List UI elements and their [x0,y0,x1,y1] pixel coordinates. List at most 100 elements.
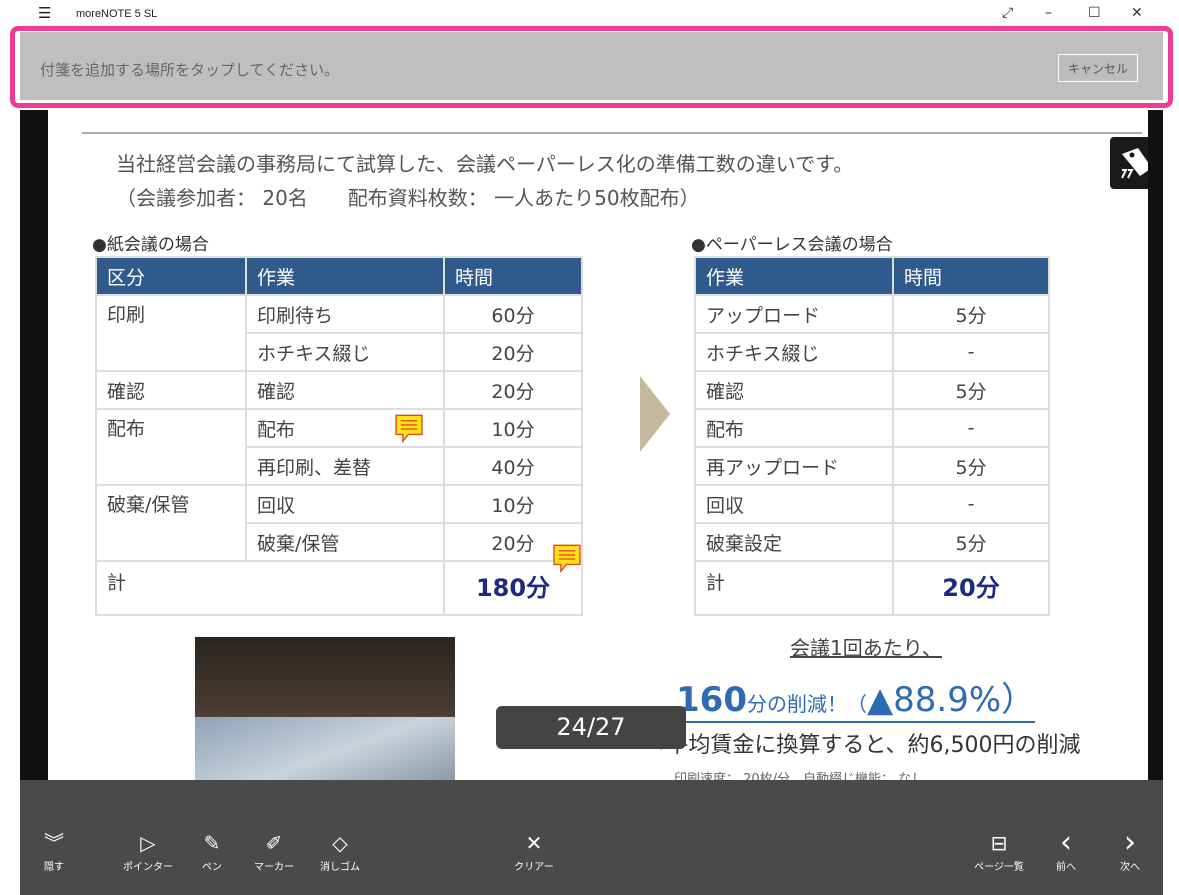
pointer-label: ポインター [123,862,173,873]
hide-label: 隠す [44,862,64,873]
column-header: 時間 [443,256,583,296]
table-row: 破棄設定 5分 [694,522,1050,562]
paperless-meeting-heading: ●ペーパーレス会議の場合 [691,235,893,255]
pen-tool-button[interactable]: ✎ ペン [194,832,230,873]
instruction-banner: 付箋を追加する場所をタップしてください。 キャンセル [20,32,1163,100]
next-page-button[interactable]: › 次へ [1112,825,1148,874]
slide-intro-line1: 当社経営会議の事務局にて試算した、会議ペーパーレス化の準備工数の違いです。 [116,152,854,176]
time-cell: 40分 [443,446,583,486]
time-cell: - [892,332,1050,372]
category-cell: 印刷 [95,294,247,372]
eraser-label: 消しゴム [320,862,360,873]
clear-button[interactable]: ✕ クリアー [508,832,560,873]
table-row: 配布 - [694,408,1050,448]
slide-viewer[interactable]: 当社経営会議の事務局にて試算した、会議ペーパーレス化の準備工数の違いです。 （会… [20,110,1163,780]
time-cell: - [892,408,1050,448]
task-cell: 印刷待ち [245,294,445,334]
print-speed-note: 印刷速度： 20枚/分 自動綴じ機能： なし [674,772,925,780]
reduction-summary: 160分の削減！（▲88.9%） [676,672,1036,723]
hide-toolbar-button[interactable]: ︾ 隠す [36,832,72,873]
clear-label: クリアー [514,862,554,873]
per-meeting-label: 会議1回あたり、 [790,636,942,660]
category-cell: 確認 [95,370,247,410]
next-label: 次へ [1120,862,1140,873]
task-cell: 配布 [694,408,894,448]
title-bar: ☰ moreNOTE 5 SL ⤢ – ☐ ✕ [20,0,1162,30]
table-header-row: 作業 時間 [694,256,1050,296]
close-icon[interactable]: ✕ [1131,5,1143,21]
table-row: ホチキス綴じ - [694,332,1050,372]
total-value-text: 20分 [942,574,1000,602]
reduction-close-paren: ） [1001,680,1036,720]
pointer-tool-button[interactable]: ▷ ポインター [120,832,176,873]
table-header-row: 区分 作業 時間 [95,256,583,296]
time-cell: 20分 [443,370,583,410]
column-header: 作業 [694,256,894,296]
time-cell: 10分 [443,484,583,524]
page-list-icon: ⊟ [990,831,1008,855]
column-header: 区分 [95,256,247,296]
time-cell: 10分 [443,408,583,448]
meeting-room-photo [195,637,455,780]
time-cell: 5分 [892,446,1050,486]
marker-tool-button[interactable]: ✐ マーカー [248,832,300,873]
table-row: 配布 配布 10分 [95,408,583,486]
task-cell: 再アップロード [694,446,894,486]
minimize-icon[interactable]: – [1045,5,1052,21]
category-cell: 破棄/保管 [95,484,247,562]
time-cell: 5分 [892,294,1050,334]
task-cell: 確認 [694,370,894,410]
page-list-label: ページ一覧 [974,862,1024,873]
category-cell: 配布 [95,408,247,486]
time-cell: - [892,484,1050,524]
task-cell: 回収 [694,484,894,524]
total-label: 計 [694,560,894,616]
previous-page-button[interactable]: ‹ 前へ [1048,825,1084,874]
paper-meeting-heading: ●紙会議の場合 [92,235,209,255]
task-cell: 回収 [245,484,445,524]
eraser-icon: ◇ [332,831,348,855]
sticky-note-icon[interactable] [388,414,430,444]
reduction-text: 分の削減！（ [746,692,867,716]
eraser-tool-button[interactable]: ◇ 消しゴム [314,832,366,873]
task-cell: アップロード [694,294,894,334]
sticky-note-mode-button[interactable] [1110,137,1148,189]
cancel-button[interactable]: キャンセル [1058,54,1138,82]
maximize-icon[interactable]: ☐ [1088,5,1101,21]
column-header: 作業 [245,256,445,296]
table-row: 再アップロード 5分 [694,446,1050,486]
table-total-row: 計 180分 [95,560,583,616]
task-cell: ホチキス綴じ [245,332,445,372]
arrow-right-icon [640,376,670,452]
table-row: 破棄/保管 回収 10分 [95,484,583,562]
table-row: 確認 5分 [694,370,1050,410]
task-cell: 破棄設定 [694,522,894,562]
hamburger-menu-icon[interactable]: ☰ [38,4,51,22]
close-x-icon: ✕ [525,831,543,855]
tag-icon [1121,148,1148,179]
bottom-toolbar: ︾ 隠す ▷ ポインター ✎ ペン ✐ マーカー ◇ 消しゴム ✕ クリアー ⊟… [20,780,1163,895]
total-label: 計 [95,560,445,616]
paper-meeting-table: 区分 作業 時間 印刷 印刷待ち 60分 ホチキス綴じ 20分 確認 確認 20… [95,256,583,616]
previous-label: 前へ [1056,862,1076,873]
fullscreen-icon[interactable]: ⤢ [1002,5,1013,21]
reduction-minutes: 160 [676,680,747,720]
page-list-button[interactable]: ⊟ ページ一覧 [968,832,1030,873]
task-cell: 確認 [245,370,445,410]
marker-label: マーカー [254,862,294,873]
time-cell: 5分 [892,370,1050,410]
instruction-text: 付箋を追加する場所をタップしてください。 [40,61,340,79]
time-cell: 60分 [443,294,583,334]
column-header: 時間 [892,256,1050,296]
reduction-percentage: ▲88.9% [866,680,1002,720]
table-row: 確認 確認 20分 [95,370,583,410]
sticky-note-icon[interactable] [546,544,588,574]
slide-intro-line2: （会議参加者： 20名 配布資料枚数： 一人あたり50枚配布） [116,186,700,210]
slide-page[interactable]: 当社経営会議の事務局にて試算した、会議ペーパーレス化の準備工数の違いです。 （会… [48,110,1148,780]
chevron-left-icon: ‹ [1060,825,1072,860]
task-cell: ホチキス綴じ [694,332,894,372]
paperless-meeting-table: 作業 時間 アップロード 5分 ホチキス綴じ - 確認 5分 配布 - 再アップロード 5… [694,256,1050,616]
marker-icon: ✐ [265,831,283,855]
chevron-right-icon: › [1124,825,1136,860]
table-total-row: 計 20分 [694,560,1050,616]
